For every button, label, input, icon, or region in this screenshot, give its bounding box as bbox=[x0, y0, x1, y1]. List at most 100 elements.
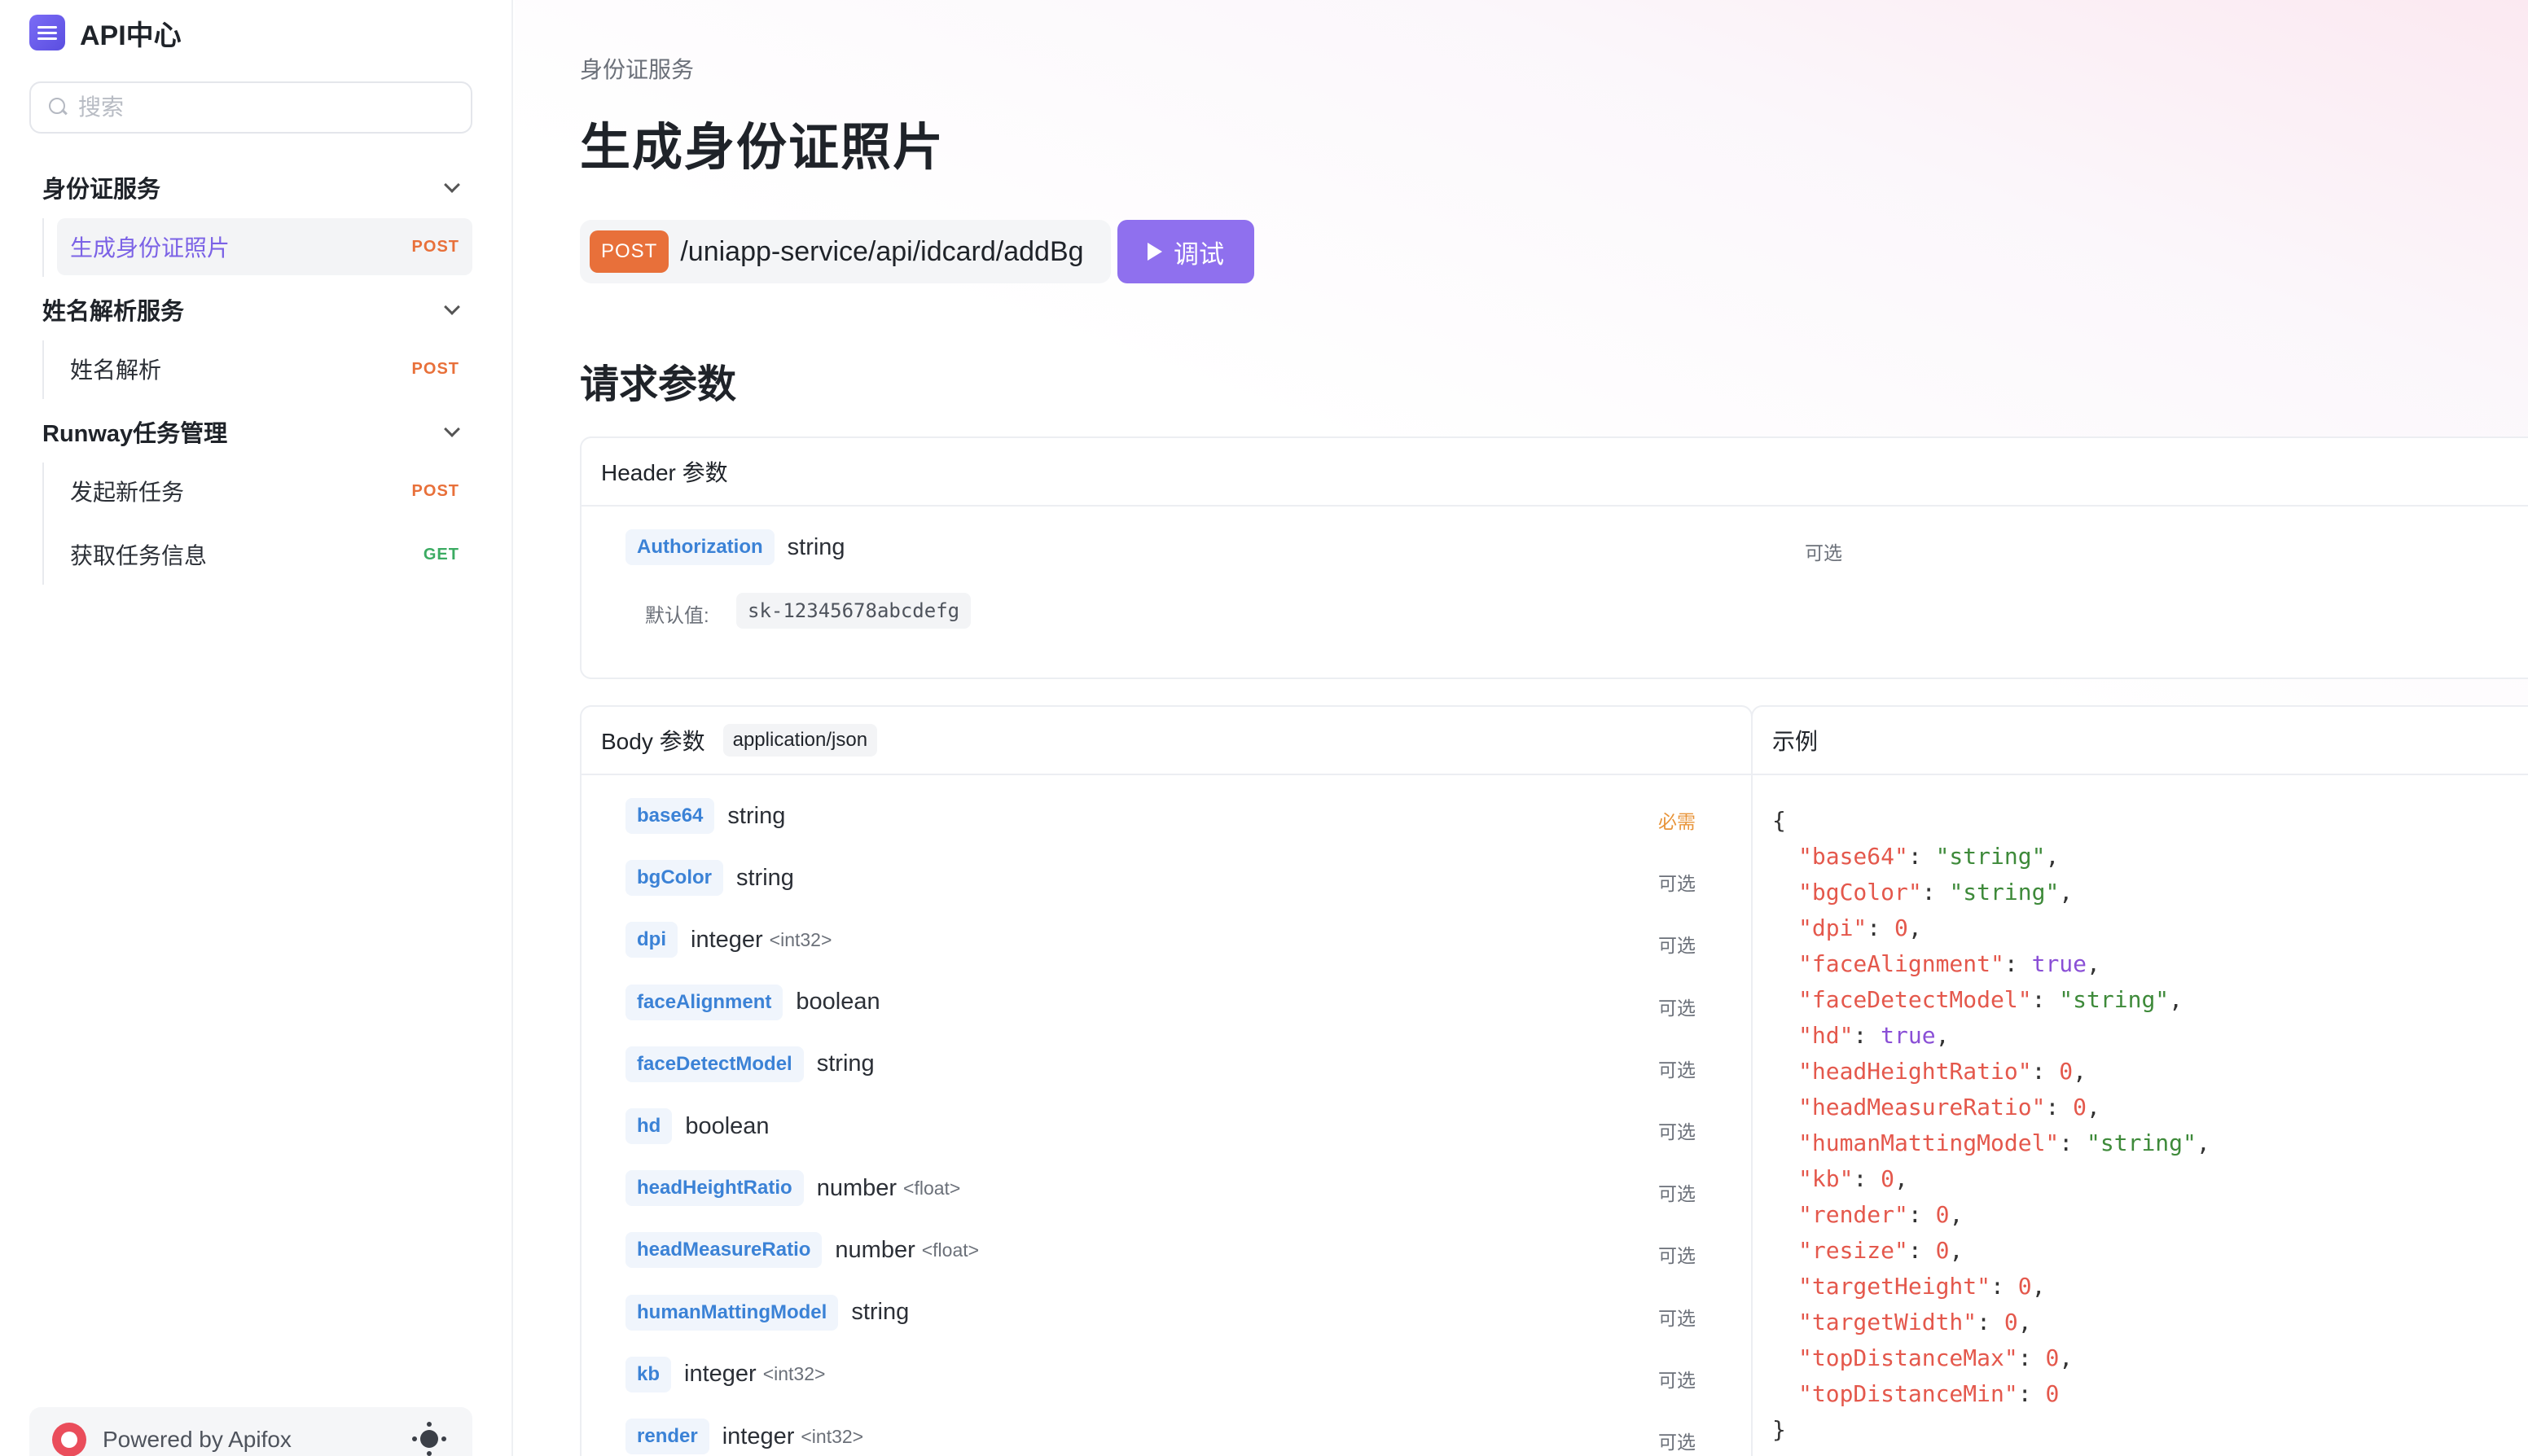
json-line: "bgColor": "string", bbox=[1798, 879, 2074, 906]
json-open-brace: { bbox=[1772, 807, 1786, 834]
brand[interactable]: API中心 bbox=[29, 15, 182, 51]
api-center-logo-icon bbox=[29, 15, 65, 50]
param-name[interactable]: hd bbox=[625, 1108, 673, 1144]
sidebar-group-label: 姓名解析服务 bbox=[42, 299, 185, 325]
sidebar-item-label: 姓名解析 bbox=[70, 357, 162, 383]
sidebar-item-label: 生成身份证照片 bbox=[70, 235, 230, 261]
json-key: "faceAlignment" bbox=[1798, 950, 2004, 977]
param-name[interactable]: dpi bbox=[625, 922, 678, 958]
sidebar-item-generate-idcard-photo[interactable]: 生成身份证照片 POST bbox=[57, 218, 472, 275]
sidebar-group-name-parse[interactable]: 姓名解析服务 bbox=[42, 290, 472, 329]
sidebar-item-new-task[interactable]: 发起新任务 POST bbox=[57, 463, 472, 520]
method-badge: POST bbox=[411, 481, 459, 500]
json-line: "faceAlignment": true, bbox=[1798, 950, 2100, 977]
param-status: 可选 bbox=[1658, 1369, 1696, 1391]
json-line: "humanMattingModel": "string", bbox=[1798, 1129, 2210, 1156]
param-name[interactable]: kb bbox=[625, 1356, 672, 1392]
json-key: "headHeightRatio" bbox=[1798, 1058, 2032, 1085]
param-status: 可选 bbox=[1805, 542, 1842, 564]
default-value[interactable]: sk-12345678abcdefg bbox=[736, 593, 972, 629]
param-status: 可选 bbox=[1658, 1245, 1696, 1267]
json-key: "render" bbox=[1798, 1201, 1908, 1228]
sidebar-item-name-parse[interactable]: 姓名解析 POST bbox=[57, 340, 472, 397]
json-line: "headHeightRatio": 0, bbox=[1798, 1058, 2087, 1085]
try-button[interactable]: 调试 bbox=[1117, 220, 1254, 283]
sidebar-group-label: 身份证服务 bbox=[42, 177, 161, 203]
breadcrumb[interactable]: 身份证服务 bbox=[580, 52, 694, 85]
json-value: "string" bbox=[2087, 1129, 2197, 1156]
json-comma: , bbox=[1949, 1237, 1964, 1264]
sidebar-group-runway[interactable]: Runway任务管理 bbox=[42, 412, 472, 451]
sidebar-group-idcard[interactable]: 身份证服务 bbox=[42, 168, 472, 207]
param-status: 可选 bbox=[1658, 1121, 1696, 1142]
try-button-label: 调试 bbox=[1174, 239, 1224, 269]
param-type: number bbox=[816, 1174, 898, 1201]
json-key: "targetHeight" bbox=[1798, 1273, 1991, 1300]
json-key: "headMeasureRatio" bbox=[1798, 1094, 2046, 1121]
param-name[interactable]: headHeightRatio bbox=[625, 1170, 804, 1207]
json-key: "bgColor" bbox=[1798, 879, 1922, 906]
search-box[interactable] bbox=[29, 81, 472, 134]
body-params-title: Body 参数 bbox=[601, 729, 705, 754]
param-name[interactable]: headMeasureRatio bbox=[625, 1232, 823, 1269]
search-input[interactable] bbox=[78, 94, 453, 121]
param-type: string bbox=[735, 864, 794, 891]
json-value: 0 bbox=[2017, 1273, 2032, 1300]
param-name[interactable]: base64 bbox=[625, 798, 715, 834]
param-name[interactable]: bgColor bbox=[625, 860, 723, 897]
json-comma: , bbox=[2031, 1273, 2046, 1300]
json-key: "resize" bbox=[1798, 1237, 1908, 1264]
sidebar-group-label: Runway任务管理 bbox=[42, 421, 228, 447]
json-value: 0 bbox=[1935, 1201, 1950, 1228]
json-line: "base64": "string", bbox=[1798, 843, 2060, 870]
param-name[interactable]: Authorization bbox=[625, 529, 775, 565]
request-params-heading: 请求参数 bbox=[580, 363, 737, 406]
param-name[interactable]: faceAlignment bbox=[625, 984, 783, 1020]
method-badge: POST bbox=[411, 359, 459, 378]
json-key: "targetWidth" bbox=[1798, 1309, 1977, 1335]
param-name[interactable]: render bbox=[625, 1419, 709, 1454]
powered-by-footer[interactable]: Powered by Apifox bbox=[29, 1407, 472, 1456]
param-status: 可选 bbox=[1658, 1059, 1696, 1081]
json-line: "resize": 0, bbox=[1798, 1237, 1964, 1264]
method-badge: GET bbox=[423, 545, 459, 564]
json-comma: , bbox=[2073, 1058, 2087, 1085]
example-json-code[interactable]: { "base64": "string", "bgColor": "string",… bbox=[1772, 803, 2210, 1448]
param-status: 必需 bbox=[1658, 811, 1696, 832]
json-comma: , bbox=[2017, 1309, 2032, 1335]
example-card: 示例 {"base64": "string", "bgColor": "strin… bbox=[1751, 705, 2528, 1456]
param-status: 可选 bbox=[1658, 1432, 1696, 1453]
json-value: true bbox=[1881, 1022, 1936, 1049]
param-type: boolean bbox=[796, 989, 880, 1015]
powered-by-text: Powered by Apifox bbox=[103, 1427, 292, 1452]
param-row: kb integer <int32> bbox=[625, 1356, 826, 1392]
tree-line bbox=[42, 463, 44, 585]
param-format: <float> bbox=[921, 1239, 980, 1261]
param-row: Authorization string bbox=[625, 529, 845, 565]
param-name[interactable]: faceDetectModel bbox=[625, 1046, 804, 1082]
endpoint-bar[interactable]: POST /uniapp-service/api/idcard/addBg bbox=[580, 220, 1111, 283]
content-type-chip: application/json bbox=[722, 724, 878, 757]
theme-toggle-sun-icon[interactable] bbox=[420, 1430, 438, 1448]
main-content: 身份证服务 生成身份证照片 POST /uniapp-service/api/i… bbox=[515, 0, 2528, 1456]
param-format: <int32> bbox=[762, 1363, 826, 1385]
sidebar-item-get-task-info[interactable]: 获取任务信息 GET bbox=[57, 526, 472, 583]
json-line: "topDistanceMin": 0 bbox=[1798, 1380, 2060, 1407]
chevron-down-icon bbox=[444, 177, 460, 193]
param-type: string bbox=[787, 533, 845, 560]
json-comma: , bbox=[1935, 1022, 1950, 1049]
json-key: "kb" bbox=[1798, 1165, 1854, 1192]
chevron-down-icon bbox=[444, 299, 460, 315]
json-comma: , bbox=[2045, 843, 2060, 870]
play-icon bbox=[1148, 243, 1162, 261]
param-row: bgColor string bbox=[625, 860, 801, 897]
json-line: "targetWidth": 0, bbox=[1798, 1309, 2032, 1335]
json-line: "headMeasureRatio": 0, bbox=[1798, 1094, 2100, 1121]
json-line: "hd": true, bbox=[1798, 1022, 1950, 1049]
sidebar: API中心 身份证服务 生成身份证照片 POST 姓名解析服务 姓名解析 POS… bbox=[0, 0, 513, 1456]
param-row: dpi integer <int32> bbox=[625, 922, 832, 958]
param-row: hd boolean bbox=[625, 1108, 776, 1144]
json-close-brace: } bbox=[1772, 1416, 1786, 1443]
param-name[interactable]: humanMattingModel bbox=[625, 1294, 839, 1331]
json-line: "dpi": 0, bbox=[1798, 914, 1922, 941]
